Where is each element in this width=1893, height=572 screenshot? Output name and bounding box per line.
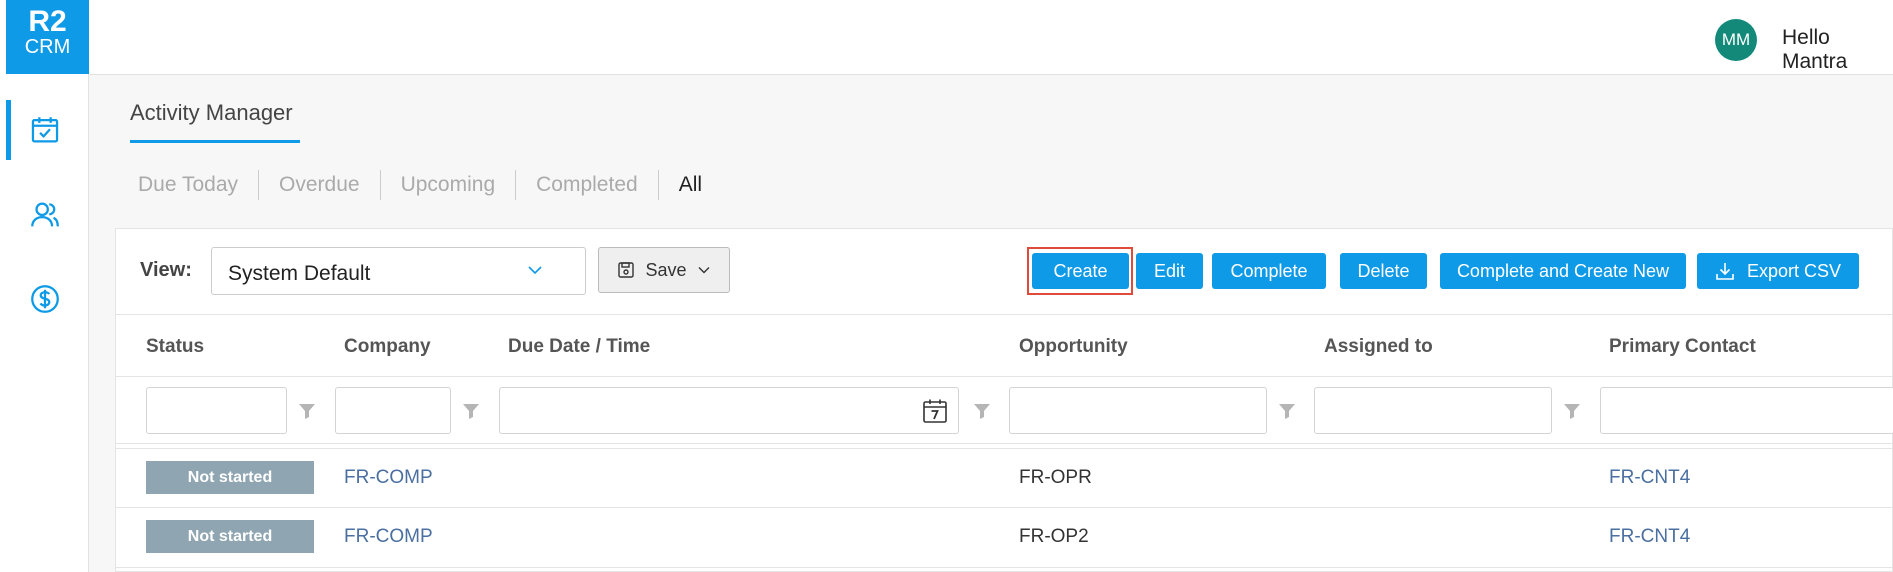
grid-header: Status Company Due Date / Time Opportuni… bbox=[116, 316, 1892, 377]
sidebar-item-deals[interactable] bbox=[0, 269, 89, 329]
opportunity-cell: FR-OPR bbox=[1019, 467, 1092, 488]
user-greeting: Hello Mantra bbox=[1782, 26, 1848, 73]
grid-toolbar: View: System Default Save Create Edit Co… bbox=[116, 229, 1892, 315]
grid-filter-row bbox=[116, 377, 1893, 444]
primary-contact-link[interactable]: FR-CNT4 bbox=[1609, 526, 1690, 548]
tab-upcoming[interactable]: Upcoming bbox=[381, 170, 517, 200]
brand-logo[interactable]: R2 CRM bbox=[6, 0, 89, 74]
brand-logo-line2: CRM bbox=[24, 36, 71, 58]
column-header-primary-contact[interactable]: Primary Contact bbox=[1609, 336, 1756, 358]
sidebar: R2 CRM bbox=[0, 0, 89, 572]
tab-all[interactable]: All bbox=[659, 170, 722, 200]
export-csv-button[interactable]: Export CSV bbox=[1697, 253, 1859, 289]
status-filter-input[interactable] bbox=[146, 387, 287, 434]
column-header-status[interactable]: Status bbox=[146, 336, 204, 358]
complete-button[interactable]: Complete bbox=[1212, 253, 1326, 289]
opportunity-cell: FR-OP2 bbox=[1019, 526, 1089, 547]
calendar-check-icon bbox=[31, 117, 58, 143]
tab-overdue[interactable]: Overdue bbox=[259, 170, 381, 200]
activity-grid-card: View: System Default Save Create Edit Co… bbox=[115, 228, 1893, 572]
view-select[interactable]: System Default bbox=[211, 247, 586, 295]
create-button[interactable]: Create bbox=[1032, 253, 1129, 289]
due-date-filter-input[interactable] bbox=[499, 387, 959, 434]
view-label: View: bbox=[140, 259, 192, 281]
avatar[interactable]: MM bbox=[1715, 19, 1757, 61]
filter-icon[interactable] bbox=[973, 402, 991, 420]
save-view-button[interactable]: Save bbox=[598, 247, 730, 293]
opportunity-filter-input[interactable] bbox=[1009, 387, 1267, 434]
delete-button[interactable]: Delete bbox=[1340, 253, 1427, 289]
complete-and-create-new-button[interactable]: Complete and Create New bbox=[1440, 253, 1686, 289]
assigned-to-filter-input[interactable] bbox=[1314, 387, 1552, 434]
company-link[interactable]: FR-COMP bbox=[344, 526, 433, 548]
table-row[interactable]: Not started FR-COMP FR-OP2 FR-CNT4 bbox=[116, 508, 1892, 568]
primary-contact-link[interactable]: FR-CNT4 bbox=[1609, 467, 1690, 489]
filter-icon[interactable] bbox=[462, 402, 480, 420]
calendar-icon[interactable] bbox=[922, 398, 948, 424]
sidebar-item-activities[interactable] bbox=[0, 100, 89, 160]
filter-icon[interactable] bbox=[1563, 402, 1581, 420]
company-filter-input[interactable] bbox=[335, 387, 451, 434]
chevron-down-icon bbox=[698, 267, 710, 274]
filter-icon[interactable] bbox=[1278, 402, 1296, 420]
brand-logo-line1: R2 bbox=[28, 5, 67, 38]
top-bar: MM Hello Mantra bbox=[89, 0, 1893, 75]
sidebar-item-contacts[interactable] bbox=[0, 185, 89, 245]
save-icon bbox=[618, 262, 635, 278]
avatar-initials: MM bbox=[1721, 30, 1751, 49]
page-title: Activity Manager bbox=[130, 100, 293, 125]
download-icon bbox=[1716, 263, 1734, 280]
tab-completed[interactable]: Completed bbox=[516, 170, 659, 200]
page-title-underline bbox=[130, 140, 300, 143]
users-icon bbox=[30, 202, 59, 227]
column-header-opportunity[interactable]: Opportunity bbox=[1019, 336, 1128, 358]
table-row[interactable]: Not started FR-COMP FR-OPR FR-CNT4 bbox=[116, 448, 1892, 508]
column-header-due-date[interactable]: Due Date / Time bbox=[508, 336, 650, 358]
edit-button[interactable]: Edit bbox=[1136, 253, 1203, 289]
view-select-value: System Default bbox=[228, 262, 371, 285]
dollar-circle-icon bbox=[30, 285, 59, 313]
tab-due-today[interactable]: Due Today bbox=[130, 170, 260, 200]
filter-icon[interactable] bbox=[298, 402, 316, 420]
company-link[interactable]: FR-COMP bbox=[344, 467, 433, 489]
save-view-label: Save bbox=[645, 259, 687, 280]
status-badge: Not started bbox=[146, 520, 314, 553]
activity-tabs: Due Today Overdue Upcoming Completed All bbox=[130, 170, 722, 200]
chevron-down-icon bbox=[528, 266, 542, 275]
export-csv-label: Export CSV bbox=[1746, 260, 1842, 281]
status-badge: Not started bbox=[146, 461, 314, 494]
primary-contact-filter-input[interactable] bbox=[1600, 387, 1893, 434]
app-root: R2 CRM MM Hello Mantra Activity Manager … bbox=[0, 0, 1893, 572]
column-header-company[interactable]: Company bbox=[344, 336, 431, 358]
column-header-assigned-to[interactable]: Assigned to bbox=[1324, 336, 1433, 358]
